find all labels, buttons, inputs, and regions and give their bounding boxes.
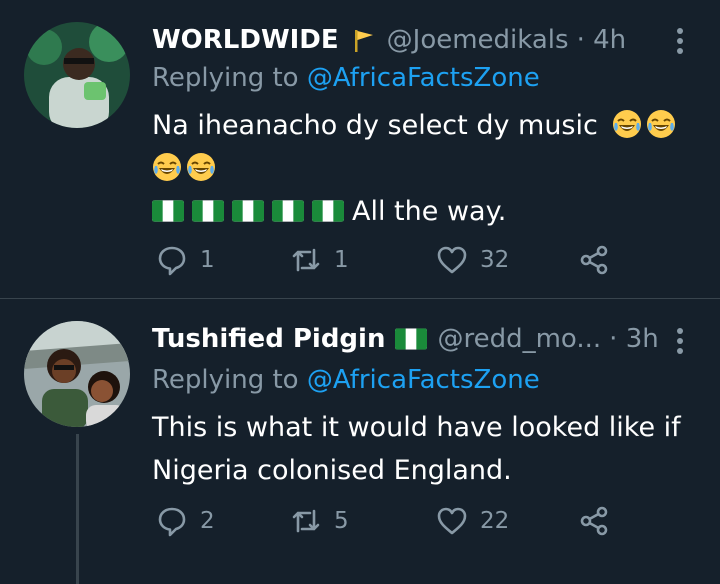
retweet-button[interactable]: 5 [290, 505, 349, 537]
nigeria-flag-icon [152, 200, 184, 222]
laughing-emoji-icon [612, 109, 642, 139]
reply-icon [158, 507, 186, 537]
username[interactable]: @Joemedikals [387, 25, 569, 55]
display-name[interactable]: Tushified Pidgin [152, 324, 385, 354]
share-button[interactable] [578, 505, 622, 537]
thread-line [76, 434, 79, 584]
tweet[interactable]: Tushified Pidgin @redd_mo... · 3h Replyi… [0, 299, 720, 584]
replying-to: Replying to @AfricaFactsZone [152, 63, 540, 93]
share-button[interactable] [578, 244, 622, 276]
reply-count: 2 [200, 508, 215, 534]
share-icon [580, 245, 608, 275]
mention-link[interactable]: @AfricaFactsZone [307, 365, 540, 395]
like-count: 32 [480, 247, 510, 273]
reply-button[interactable]: 1 [156, 244, 215, 276]
avatar[interactable] [24, 22, 130, 128]
nigeria-flag-icon [272, 200, 304, 222]
retweet-count: 5 [334, 508, 349, 534]
retweet-icon [292, 248, 320, 272]
like-button[interactable]: 32 [436, 244, 509, 276]
mention-link[interactable]: @AfricaFactsZone [307, 63, 540, 93]
retweet-button[interactable]: 1 [290, 244, 349, 276]
display-name[interactable]: WORLDWIDE [152, 25, 339, 55]
more-vertical-icon[interactable] [676, 27, 684, 55]
tweet-text-line: All the way. [152, 190, 697, 233]
replying-to-label: Replying to [152, 365, 307, 395]
reply-count: 1 [200, 247, 215, 273]
tweet-header: WORLDWIDE @Joemedikals · 4h [152, 22, 626, 58]
more-vertical-icon[interactable] [676, 327, 684, 355]
laughing-emoji-icon [152, 152, 182, 182]
like-button[interactable]: 22 [436, 505, 509, 537]
retweet-icon [292, 509, 320, 533]
share-icon [580, 506, 608, 536]
tweet-text-line: Na iheanacho dy select dy music [152, 104, 697, 147]
tweet-text: Na iheanacho dy select dy music All the … [152, 104, 697, 233]
laughing-emoji-icon [186, 152, 216, 182]
retweet-count: 1 [334, 247, 349, 273]
tweet-text: This is what it would have looked like i… [152, 412, 681, 486]
tweet-actions: 1 1 32 [152, 244, 632, 284]
tweet-text-content: All the way. [352, 196, 507, 227]
avatar[interactable] [24, 321, 130, 427]
tweet-actions: 2 5 22 [152, 505, 632, 545]
reply-button[interactable]: 2 [156, 505, 215, 537]
tweet-header: Tushified Pidgin @redd_mo... · 3h [152, 321, 659, 357]
tweet[interactable]: WORLDWIDE @Joemedikals · 4h Replying to … [0, 0, 720, 298]
nigeria-flag-icon [312, 200, 344, 222]
like-count: 22 [480, 508, 510, 534]
timestamp[interactable]: · 4h [577, 25, 627, 55]
laughing-emoji-icon [646, 109, 676, 139]
replying-to-label: Replying to [152, 63, 307, 93]
timestamp[interactable]: · 3h [609, 324, 659, 354]
reply-icon [158, 246, 186, 276]
nigeria-flag-icon [192, 200, 224, 222]
flag-emoji [351, 27, 377, 53]
nigeria-flag-icon [232, 200, 264, 222]
tweet-text-line [152, 147, 697, 190]
nigeria-flag-icon [395, 328, 427, 350]
username[interactable]: @redd_mo... [437, 324, 601, 354]
tweet-text-content: Na iheanacho dy select dy music [152, 110, 598, 141]
replying-to: Replying to @AfricaFactsZone [152, 365, 540, 395]
heart-icon [437, 246, 467, 274]
heart-icon [437, 507, 467, 535]
